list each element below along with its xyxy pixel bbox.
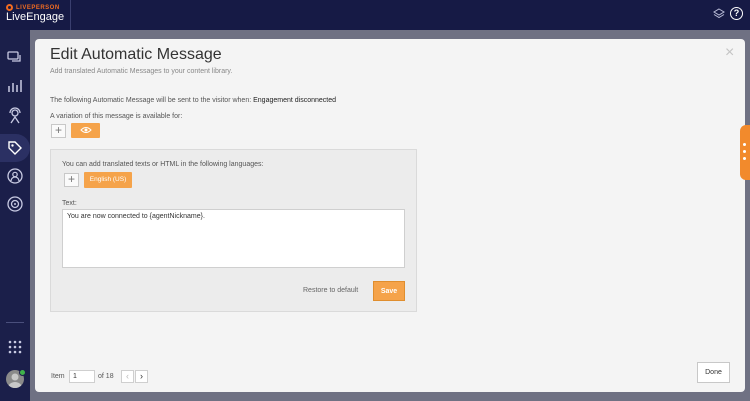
eye-icon — [79, 127, 92, 133]
sent-condition-event: Engagement disconnected — [253, 97, 337, 104]
top-bar: LIVEPERSON LiveEngage ? — [0, 0, 750, 30]
add-variation-button[interactable]: + — [51, 124, 66, 138]
variation-label: A variation of this message is available… — [50, 113, 183, 120]
item-label: Item — [51, 373, 65, 380]
sent-condition-line: The following Automatic Message will be … — [50, 97, 336, 104]
analytics-icon[interactable] — [6, 77, 24, 95]
user-icon[interactable] — [6, 167, 24, 185]
help-icon[interactable]: ? — [730, 7, 743, 20]
brand-logo[interactable]: LIVEPERSON LiveEngage — [6, 4, 64, 23]
handle-dot — [743, 157, 746, 160]
language-hint: You can add translated texts or HTML in … — [62, 161, 264, 168]
message-text-input[interactable]: You are now connected to {agentNickname}… — [62, 209, 405, 268]
save-button[interactable]: Save — [373, 281, 405, 301]
grid-icon[interactable] — [6, 338, 24, 356]
edit-automatic-message-dialog: × Edit Automatic Message Add translated … — [35, 39, 745, 392]
variation-visitor-pill[interactable] — [71, 123, 100, 138]
restore-default-link[interactable]: Restore to default — [303, 287, 358, 294]
language-tab-english[interactable]: English (US) — [84, 172, 132, 188]
liveperson-logo-icon — [6, 4, 13, 11]
sent-condition-prefix: The following Automatic Message will be … — [50, 97, 252, 104]
dialog-subtitle: Add translated Automatic Messages to you… — [50, 68, 233, 75]
messaging-icon[interactable] — [6, 49, 24, 67]
handle-dot — [743, 143, 746, 146]
left-sidebar — [0, 30, 30, 401]
dialog-title: Edit Automatic Message — [50, 46, 222, 63]
translation-panel: You can add translated texts or HTML in … — [50, 149, 417, 312]
brand-divider — [70, 0, 71, 30]
of-label: of — [98, 373, 104, 380]
text-label: Text: — [62, 200, 77, 207]
add-language-button[interactable]: + — [64, 173, 79, 187]
item-total: of 18 — [98, 373, 114, 380]
online-status-dot — [19, 369, 26, 376]
brand-small-label: LIVEPERSON — [16, 4, 60, 11]
side-panel-handle[interactable] — [740, 125, 750, 180]
brand-top: LIVEPERSON — [6, 4, 64, 11]
handle-dot — [743, 150, 746, 153]
brand-name: LiveEngage — [6, 11, 65, 23]
done-button[interactable]: Done — [697, 362, 730, 383]
item-number-input[interactable]: 1 — [69, 370, 95, 383]
total-count: 18 — [105, 373, 114, 380]
close-icon[interactable]: × — [725, 45, 734, 61]
sidebar-divider — [6, 322, 24, 323]
next-item-button[interactable]: › — [135, 370, 148, 383]
tags-icon[interactable] — [6, 139, 24, 157]
prev-item-button[interactable]: ‹ — [121, 370, 134, 383]
campaign-icon[interactable] — [6, 195, 24, 213]
layers-icon[interactable] — [712, 7, 726, 21]
agent-icon[interactable] — [6, 107, 24, 125]
